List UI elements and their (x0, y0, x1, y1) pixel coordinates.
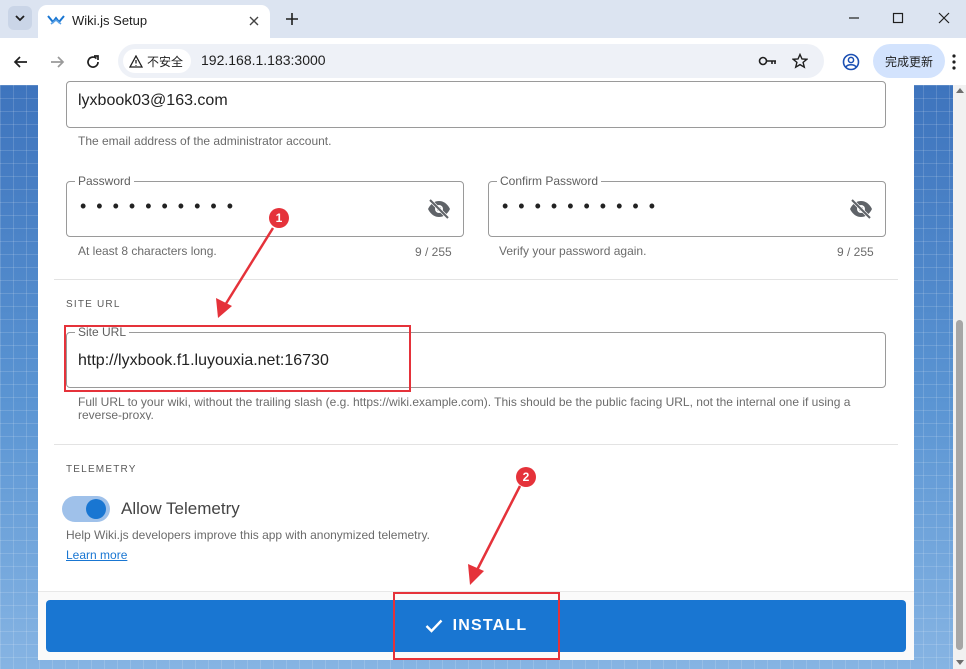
visibility-off-icon[interactable] (849, 199, 873, 219)
tab-title: Wiki.js Setup (72, 13, 148, 28)
maximize-icon (892, 12, 904, 24)
site-url-highlight-box (64, 325, 411, 392)
close-tab-icon[interactable] (246, 13, 262, 29)
telemetry-toggle-label[interactable]: Allow Telemetry (121, 499, 240, 519)
admin-email-hint: The email address of the administrator a… (78, 134, 332, 148)
section-divider (54, 279, 898, 280)
reload-icon (87, 55, 99, 68)
site-url-section-title: SITE URL (66, 299, 121, 310)
security-label: 不安全 (147, 54, 184, 69)
password-field[interactable]: Password •••••••••• (66, 174, 464, 237)
confirm-password-dots: •••••••••• (502, 196, 666, 216)
confirm-password-hint: Verify your password again. (499, 244, 647, 258)
learn-more-link[interactable]: Learn more (66, 548, 127, 562)
close-icon (938, 12, 950, 24)
telemetry-toggle[interactable] (62, 495, 110, 523)
annotation-badge-2: 2 (516, 467, 536, 487)
active-tab[interactable]: Wiki.js Setup (38, 5, 270, 38)
bookmark-star-icon[interactable] (790, 51, 810, 71)
password-hint: At least 8 characters long. (78, 244, 217, 258)
tab-strip: Wiki.js Setup (0, 0, 966, 38)
profile-button[interactable] (838, 49, 864, 75)
browser-menu-button[interactable] (946, 49, 962, 75)
warning-icon (129, 54, 143, 68)
back-button[interactable] (8, 49, 34, 75)
page-scrollbar[interactable] (953, 85, 966, 669)
confirm-password-counter: 9 / 255 (837, 245, 874, 259)
new-tab-button[interactable] (280, 7, 304, 31)
visibility-off-icon[interactable] (427, 199, 451, 219)
profile-icon (842, 53, 860, 71)
password-dots: •••••••••• (80, 196, 244, 216)
confirm-password-label: Confirm Password (497, 174, 602, 188)
admin-email-field[interactable]: lyxbook03@163.com (66, 81, 886, 128)
wikijs-logo-icon (47, 15, 65, 25)
scroll-up-arrow[interactable] (956, 88, 964, 93)
arrow-left-icon (13, 56, 27, 68)
site-url-hint: Full URL to your wiki, without the trail… (78, 396, 851, 420)
maximize-button[interactable] (884, 7, 912, 29)
more-vertical-icon (952, 54, 956, 70)
annotation-badge-1: 1 (269, 208, 289, 228)
forward-button[interactable] (44, 49, 70, 75)
password-counter: 9 / 255 (415, 245, 452, 259)
toggle-knob (86, 499, 106, 519)
scrollbar-thumb[interactable] (956, 320, 963, 650)
minimize-icon (849, 17, 859, 19)
install-highlight-box (393, 592, 560, 660)
arrow-right-icon (51, 56, 65, 68)
password-label: Password (75, 174, 134, 188)
telemetry-description: Help Wiki.js developers improve this app… (66, 528, 430, 542)
browser-toolbar: 不安全 192.168.1.183:3000 完成更新 (0, 38, 966, 85)
scroll-down-arrow[interactable] (956, 660, 964, 665)
url-text: 192.168.1.183:3000 (201, 52, 326, 68)
minimize-button[interactable] (840, 7, 868, 29)
chevron-down-icon (15, 15, 25, 22)
tab-search-button[interactable] (8, 6, 32, 30)
plus-icon (286, 13, 298, 25)
confirm-password-field[interactable]: Confirm Password •••••••••• (488, 174, 886, 237)
telemetry-section-title: TELEMETRY (66, 464, 137, 475)
close-window-button[interactable] (930, 7, 958, 29)
update-button[interactable]: 完成更新 (873, 44, 945, 78)
reload-button[interactable] (80, 49, 106, 75)
section-divider (54, 444, 898, 445)
address-bar[interactable]: 不安全 192.168.1.183:3000 (118, 44, 824, 78)
password-key-icon[interactable] (758, 51, 778, 71)
security-indicator[interactable]: 不安全 (123, 49, 192, 73)
admin-email-value: lyxbook03@163.com (78, 92, 228, 109)
